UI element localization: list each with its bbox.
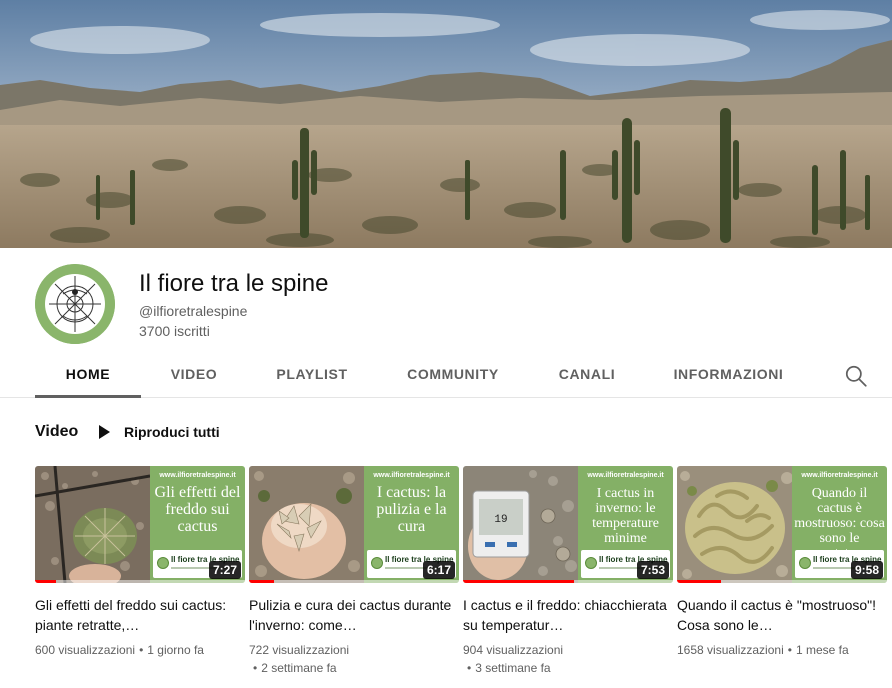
- view-count: 722 visualizzazioni: [249, 643, 350, 657]
- video-duration: 7:53: [636, 561, 669, 579]
- video-title[interactable]: Pulizia e cura dei cactus durante l'inve…: [249, 595, 459, 635]
- upload-age: 1 mese fa: [795, 643, 849, 657]
- video-card[interactable]: 19 www.ilfioretralespine.it I cactus in …: [463, 466, 673, 677]
- tab-home[interactable]: HOME: [35, 352, 141, 398]
- watch-progress-bar: [677, 580, 722, 583]
- thumbnail-headline: I cactus: la pulizia e la cura: [376, 484, 447, 535]
- watch-progress-bar: [35, 580, 56, 583]
- channel-avatar[interactable]: [35, 264, 115, 344]
- upload-age: 2 settimane fa: [261, 661, 337, 675]
- video-title[interactable]: Quando il cactus è "mostruoso"! Cosa son…: [677, 595, 887, 635]
- upload-age: 1 giorno fa: [147, 643, 204, 657]
- video-meta: 1658 visualizzazioni 1 mese fa: [677, 641, 887, 659]
- video-duration: 7:27: [208, 561, 241, 579]
- thumbnail-headline: Gli effetti del freddo sui cactus: [154, 484, 241, 535]
- video-thumbnail[interactable]: www.ilfioretralespine.it Quando il cactu…: [677, 466, 887, 583]
- brand-logo-icon: [371, 557, 383, 569]
- svg-text:19: 19: [494, 514, 507, 526]
- tab-video[interactable]: VIDEO: [152, 352, 236, 398]
- thumbnail-photo: [677, 466, 792, 583]
- video-meta: 904 visualizzazioni 3 settimane fa: [463, 641, 673, 677]
- watch-progress-bar: [249, 580, 275, 583]
- thumbnail-url: www.ilfioretralespine.it: [373, 472, 450, 479]
- thumbnail-url: www.ilfioretralespine.it: [801, 472, 878, 479]
- upload-age: 3 settimane fa: [475, 661, 551, 675]
- video-thumbnail[interactable]: 19 www.ilfioretralespine.it I cactus in …: [463, 466, 673, 583]
- thumbnail-url: www.ilfioretralespine.it: [587, 472, 664, 479]
- channel-banner: [0, 0, 892, 248]
- view-count: 904 visualizzazioni: [463, 643, 564, 657]
- video-duration: 6:17: [422, 561, 455, 579]
- channel-tabs: HOME VIDEO PLAYLIST COMMUNITY CANALI INF…: [0, 352, 892, 398]
- thumbnail-photo: 19: [463, 466, 578, 583]
- search-icon[interactable]: [843, 363, 869, 389]
- watch-progress-track: [249, 580, 459, 583]
- play-all-button[interactable]: Riproduci tutti: [96, 418, 220, 446]
- section-title: Video: [35, 423, 79, 440]
- meta-separator: [463, 661, 475, 675]
- channel-name: Il fiore tra le spine: [139, 270, 329, 297]
- meta-separator: [784, 643, 796, 657]
- video-title[interactable]: I cactus e il freddo: chiacchierata su t…: [463, 595, 673, 635]
- video-card[interactable]: www.ilfioretralespine.it Quando il cactu…: [677, 466, 887, 659]
- brand-logo-icon: [585, 557, 597, 569]
- watch-progress-bar: [463, 580, 575, 583]
- video-meta: 722 visualizzazioni 2 settimane fa: [249, 641, 459, 677]
- meta-separator: [249, 661, 261, 675]
- video-title[interactable]: Gli effetti del freddo sui cactus: piant…: [35, 595, 245, 635]
- video-thumbnail[interactable]: www.ilfioretralespine.it Gli effetti del…: [35, 466, 245, 583]
- view-count: 1658 visualizzazioni: [677, 643, 784, 657]
- brand-logo-icon: [157, 557, 169, 569]
- video-card[interactable]: www.ilfioretralespine.it Gli effetti del…: [35, 466, 245, 659]
- watch-progress-track: [35, 580, 245, 583]
- tab-informazioni[interactable]: INFORMAZIONI: [668, 352, 789, 398]
- tab-canali[interactable]: CANALI: [550, 352, 624, 398]
- subscriber-count: 3700 iscritti: [139, 323, 210, 339]
- channel-handle: @ilfioretralespine: [139, 303, 248, 319]
- play-all-label: Riproduci tutti: [124, 424, 220, 440]
- thumbnail-photo: [249, 466, 364, 583]
- thumbnail-headline: I cactus in inverno: le temperature mini…: [592, 486, 659, 546]
- video-thumbnail[interactable]: www.ilfioretralespine.it I cactus: la pu…: [249, 466, 459, 583]
- thumbnail-photo: [35, 466, 150, 583]
- meta-separator: [135, 643, 147, 657]
- tab-community[interactable]: COMMUNITY: [398, 352, 508, 398]
- video-card[interactable]: www.ilfioretralespine.it I cactus: la pu…: [249, 466, 459, 677]
- brand-logo-icon: [799, 557, 811, 569]
- video-meta: 600 visualizzazioni 1 giorno fa: [35, 641, 245, 659]
- play-icon: [99, 425, 110, 439]
- video-duration: 9:58: [850, 561, 883, 579]
- view-count: 600 visualizzazioni: [35, 643, 136, 657]
- thumbnail-url: www.ilfioretralespine.it: [159, 472, 236, 479]
- tab-playlist[interactable]: PLAYLIST: [266, 352, 358, 398]
